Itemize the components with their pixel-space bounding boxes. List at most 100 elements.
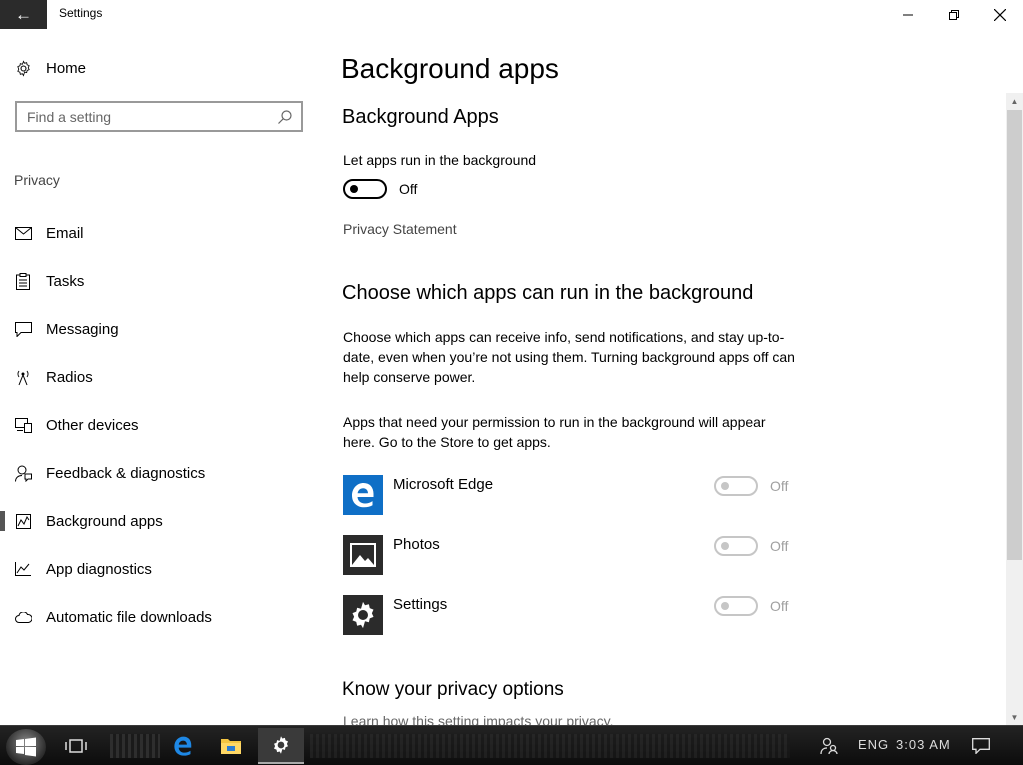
close-icon xyxy=(994,8,1006,21)
back-arrow-icon: ← xyxy=(15,4,32,24)
sidebar-item-app-diagnostics[interactable]: App diagnostics xyxy=(0,545,320,593)
search-icon xyxy=(278,110,292,124)
photos-icon xyxy=(343,535,383,575)
scroll-thumb[interactable] xyxy=(1007,110,1022,560)
section-heading-choose-apps: Choose which apps can run in the backgro… xyxy=(342,282,754,304)
minimize-button[interactable] xyxy=(885,0,931,29)
close-button[interactable] xyxy=(977,0,1023,29)
restore-icon xyxy=(949,9,959,20)
choose-apps-description: Choose which apps can receive info, send… xyxy=(343,329,795,385)
toggle-knob xyxy=(350,185,358,193)
toggle-knob xyxy=(721,602,729,610)
clipboard-icon xyxy=(14,272,32,290)
action-center-button[interactable] xyxy=(958,728,1004,764)
devices-icon xyxy=(14,416,32,434)
windows-logo-icon xyxy=(16,737,36,757)
edge-icon xyxy=(343,475,383,515)
gear-icon xyxy=(14,59,32,77)
sidebar-item-messaging[interactable]: Messaging xyxy=(0,305,320,353)
privacy-statement-link[interactable]: Privacy Statement xyxy=(343,221,457,237)
master-toggle-row: Off xyxy=(343,179,417,199)
privacy-options-link[interactable]: Learn how this setting impacts your priv… xyxy=(343,711,614,725)
settings-gear-icon xyxy=(343,595,383,635)
sidebar-item-other-devices[interactable]: Other devices xyxy=(0,401,320,449)
app-toggle-row: Off xyxy=(714,536,788,556)
app-row-photos: Photos Off xyxy=(343,535,793,575)
settings-toggle[interactable] xyxy=(714,596,758,616)
scroll-down-arrow-icon[interactable]: ▼ xyxy=(1006,709,1023,725)
app-name: Photos xyxy=(393,536,440,553)
restore-button[interactable] xyxy=(931,0,977,29)
section-heading-privacy-options: Know your privacy options xyxy=(342,679,564,700)
people-button[interactable] xyxy=(806,728,852,764)
scrollbar[interactable]: ▲ ▼ xyxy=(1006,93,1023,725)
sidebar-item-label: App diagnostics xyxy=(46,560,152,578)
toggle-state-label: Off xyxy=(770,538,789,554)
toggle-knob xyxy=(721,542,729,550)
taskbar-settings-button[interactable] xyxy=(258,728,304,764)
sidebar-item-tasks[interactable]: Tasks xyxy=(0,257,320,305)
taskbar: ENG 3:03 AM xyxy=(0,725,1023,765)
window-title: Settings xyxy=(59,6,103,20)
cloud-icon xyxy=(14,608,32,626)
background-apps-toggle[interactable] xyxy=(343,179,387,199)
app-toggle-row: Off xyxy=(714,596,788,616)
minimize-icon xyxy=(903,14,913,15)
home-label: Home xyxy=(46,59,87,77)
photos-toggle[interactable] xyxy=(714,536,758,556)
settings-window: ← Settings Home Privacy Email xyxy=(0,0,1023,725)
sidebar-item-automatic-file-downloads[interactable]: Automatic file downloads xyxy=(0,593,320,641)
toggle-knob xyxy=(721,482,729,490)
main-content: Background apps Background Apps Let apps… xyxy=(341,29,1001,725)
sidebar-item-email[interactable]: Email xyxy=(0,209,320,257)
task-view-icon xyxy=(65,739,87,753)
toggle-state-label: Off xyxy=(399,181,418,197)
people-icon xyxy=(820,737,838,755)
sidebar-item-background-apps[interactable]: Background apps xyxy=(0,497,320,545)
sidebar-item-label: Background apps xyxy=(46,512,163,530)
home-link[interactable]: Home xyxy=(14,59,86,77)
sidebar-item-label: Automatic file downloads xyxy=(46,608,212,626)
antenna-icon xyxy=(14,368,32,386)
section-label-privacy: Privacy xyxy=(14,172,60,188)
toggle-state-label: Off xyxy=(770,598,789,614)
sidebar-item-label: Other devices xyxy=(46,416,139,434)
scroll-up-arrow-icon[interactable]: ▲ xyxy=(1006,93,1023,109)
taskbar-decoration xyxy=(310,734,790,758)
search-box[interactable] xyxy=(15,101,303,132)
back-button[interactable]: ← xyxy=(0,0,47,29)
sidebar-item-label: Feedback & diagnostics xyxy=(46,464,206,482)
sidebar-item-feedback[interactable]: Feedback & diagnostics xyxy=(0,449,320,497)
task-view-button[interactable] xyxy=(53,728,99,764)
sidebar-nav: Email Tasks Messaging Radios Other devic… xyxy=(0,209,320,641)
permission-text: Apps that need your permission to run in… xyxy=(343,414,766,450)
edge-icon xyxy=(174,736,192,756)
mail-icon xyxy=(14,224,32,242)
app-row-settings: Settings Off xyxy=(343,595,793,635)
app-name: Settings xyxy=(393,596,448,613)
taskbar-file-explorer-button[interactable] xyxy=(208,728,254,764)
notification-icon xyxy=(972,738,990,754)
microsoft-edge-toggle[interactable] xyxy=(714,476,758,496)
input-language-indicator[interactable]: ENG xyxy=(858,737,889,752)
clock[interactable]: 3:03 AM xyxy=(896,737,951,752)
app-name: Microsoft Edge xyxy=(393,476,494,493)
sidebar-item-label: Radios xyxy=(46,368,93,386)
page-title: Background apps xyxy=(341,53,559,84)
sidebar-item-radios[interactable]: Radios xyxy=(0,353,320,401)
sidebar-item-label: Messaging xyxy=(46,320,119,338)
folder-icon xyxy=(221,739,241,754)
search-input[interactable] xyxy=(27,108,267,125)
let-apps-run-label: Let apps run in the background xyxy=(343,152,537,168)
app-row-microsoft-edge: Microsoft Edge Off xyxy=(343,475,793,515)
section-heading-background-apps: Background Apps xyxy=(342,106,499,128)
start-button[interactable] xyxy=(6,729,46,765)
background-apps-icon xyxy=(14,512,32,530)
taskbar-decoration xyxy=(110,734,160,758)
sidebar-item-label: Tasks xyxy=(46,272,85,290)
chat-icon xyxy=(14,320,32,338)
title-bar: ← Settings xyxy=(0,0,1023,29)
settings-gear-icon xyxy=(274,736,288,754)
taskbar-edge-button[interactable] xyxy=(160,728,206,764)
sidebar-item-label: Email xyxy=(46,224,84,242)
